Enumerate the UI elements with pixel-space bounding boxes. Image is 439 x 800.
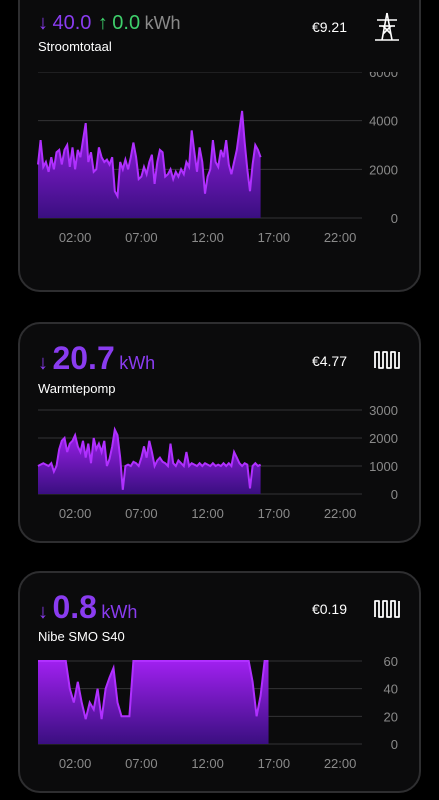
export-value: 0.0 — [112, 12, 141, 34]
x-tick-label: 07:00 — [125, 506, 158, 521]
import-value: 40.0 — [52, 12, 92, 34]
x-tick-label: 02:00 — [59, 756, 92, 771]
export-arrow-icon: ↑ — [97, 12, 108, 34]
y-tick-label: 1000 — [369, 459, 398, 474]
x-tick-label: 22:00 — [324, 230, 357, 245]
x-tick-label: 12:00 — [191, 756, 224, 771]
heat-pump-icon — [374, 351, 400, 369]
x-tick-label: 07:00 — [125, 756, 158, 771]
x-tick-label: 17:00 — [258, 756, 291, 771]
consumption-header: ↓ 0.8 kWh — [38, 589, 137, 626]
import-value: 20.7 — [52, 340, 115, 376]
y-tick-label: 2000 — [369, 431, 398, 446]
cost-value: €4.77 — [311, 353, 347, 369]
y-tick-label: 40 — [384, 682, 398, 697]
energy-card-warmtepomp[interactable]: ↓ 20.7 kWh Warmtepomp €4.77 0 1000 2000 300… — [18, 322, 421, 543]
cost-value: €9.21 — [311, 19, 347, 35]
power-pylon-icon — [375, 12, 399, 41]
consumption-header: ↓ 20.7 kWh — [38, 340, 155, 377]
y-tick-label: 6000 — [369, 72, 398, 80]
x-tick-label: 12:00 — [191, 230, 224, 245]
x-tick-label: 22:00 — [324, 756, 357, 771]
series-area — [38, 661, 269, 744]
heat-pump-icon — [374, 600, 400, 618]
energy-chart[interactable]: 0 2000 4000 6000 02:00 07:00 12:00 17:00 22:00 — [20, 72, 421, 292]
energy-card-stroomtotaal[interactable]: ↓ 40.0 ↑ 0.0 kWh Stroomtotaal €9.21 0 200… — [18, 0, 421, 292]
x-tick-label: 02:00 — [59, 230, 92, 245]
y-tick-label: 4000 — [369, 114, 398, 129]
x-tick-label: 07:00 — [125, 230, 158, 245]
x-tick-label: 02:00 — [59, 506, 92, 521]
y-tick-label: 0 — [391, 487, 398, 502]
import-arrow-icon: ↓ — [38, 601, 48, 623]
unit-label: kWh — [101, 602, 138, 622]
y-tick-label: 2000 — [369, 162, 398, 177]
x-tick-label: 12:00 — [191, 506, 224, 521]
y-tick-label: 0 — [391, 737, 398, 752]
energy-chart[interactable]: 0 20 40 60 02:00 07:00 12:00 17:00 22:00 — [20, 649, 421, 789]
unit-label: kWh — [119, 353, 156, 373]
consumption-header: ↓ 40.0 ↑ 0.0 kWh — [38, 12, 181, 35]
x-tick-label: 17:00 — [258, 506, 291, 521]
card-title: Stroomtotaal — [38, 39, 112, 54]
energy-chart[interactable]: 0 1000 2000 3000 02:00 07:00 12:00 17:00 22:00 — [20, 400, 421, 540]
series-area — [38, 429, 261, 494]
y-tick-label: 0 — [391, 211, 398, 226]
energy-card-nibe-smo-s40[interactable]: ↓ 0.8 kWh Nibe SMO S40 €0.19 0 20 40 60 02:0… — [18, 571, 421, 793]
import-value: 0.8 — [52, 589, 97, 625]
y-tick-label: 20 — [384, 709, 398, 724]
card-title: Warmtepomp — [38, 381, 116, 396]
cost-value: €0.19 — [311, 601, 347, 617]
card-title: Nibe SMO S40 — [38, 629, 125, 644]
x-tick-label: 22:00 — [324, 506, 357, 521]
y-tick-label: 3000 — [369, 403, 398, 418]
import-arrow-icon: ↓ — [38, 352, 48, 374]
y-tick-label: 60 — [384, 654, 398, 669]
unit-label: kWh — [144, 13, 181, 33]
x-tick-label: 17:00 — [258, 230, 291, 245]
import-arrow-icon: ↓ — [38, 12, 48, 34]
